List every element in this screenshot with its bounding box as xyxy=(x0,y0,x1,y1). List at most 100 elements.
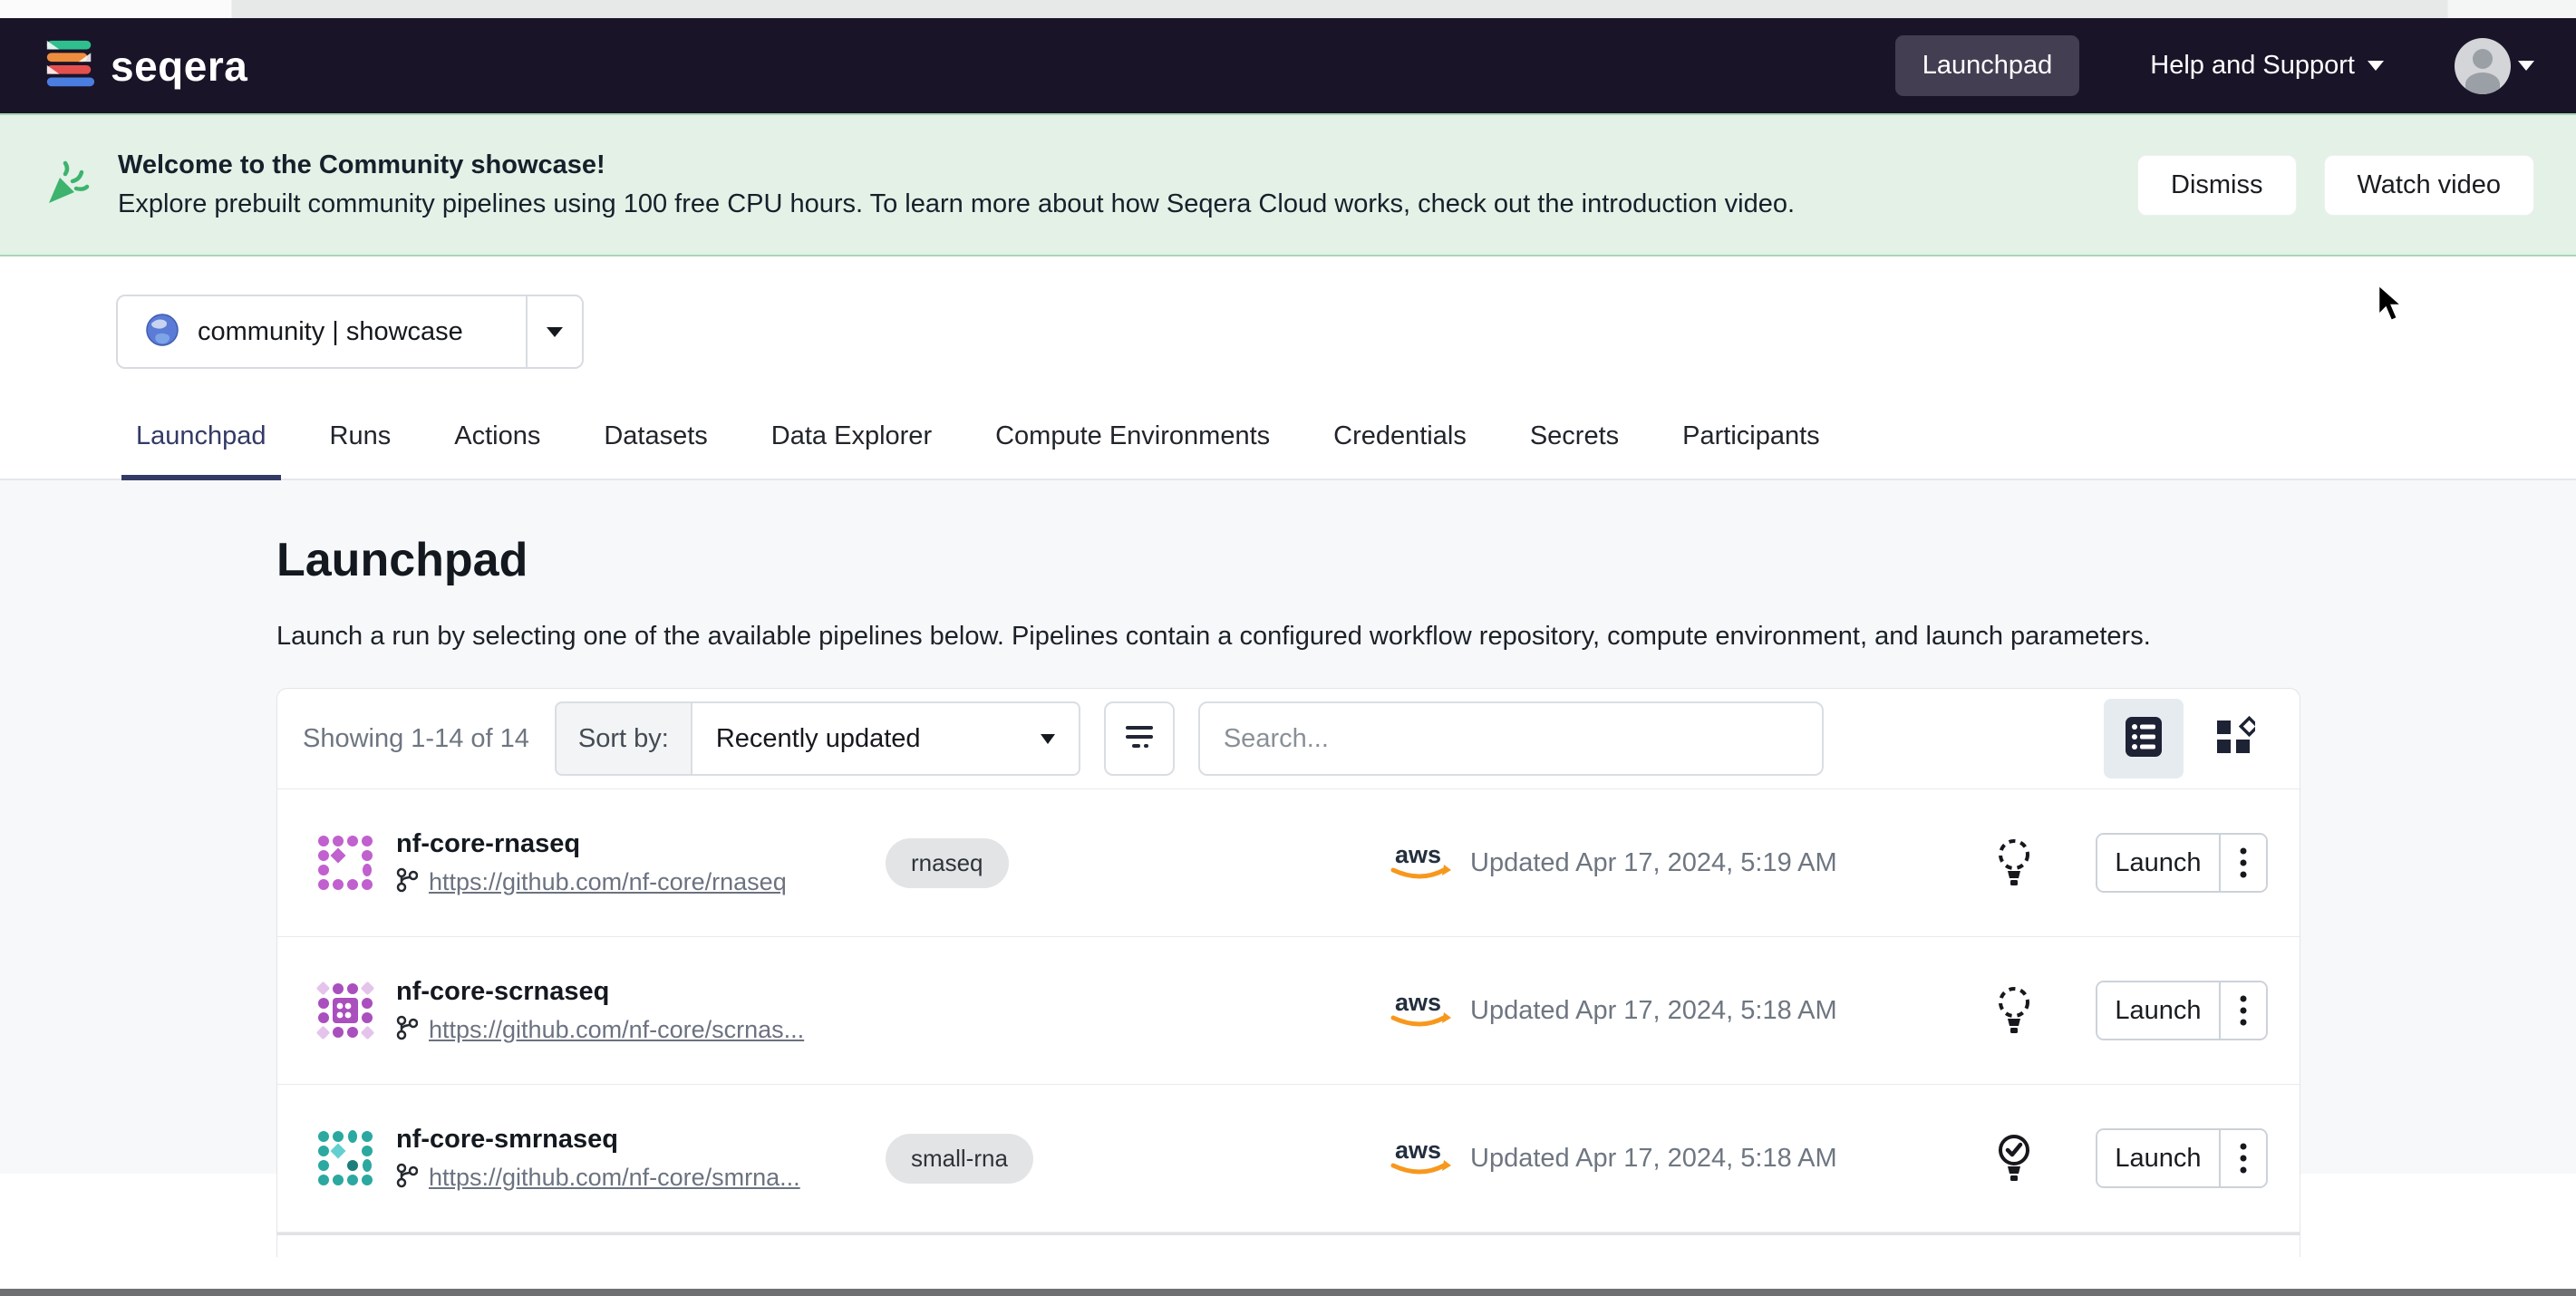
grid-view-icon xyxy=(2213,715,2255,763)
pipelines-toolbar: Showing 1-14 of 14 Sort by: Recently upd… xyxy=(277,689,2300,788)
tab-runs[interactable]: Runs xyxy=(315,412,406,480)
user-avatar-menu[interactable] xyxy=(2455,38,2534,94)
sort-by-label: Sort by: xyxy=(555,701,691,776)
globe-icon xyxy=(145,313,179,352)
filter-button[interactable] xyxy=(1104,701,1175,776)
launch-split-button: Launch xyxy=(2096,981,2268,1040)
nav-launchpad-button[interactable]: Launchpad xyxy=(1895,35,2080,96)
launch-button[interactable]: Launch xyxy=(2097,1130,2219,1186)
tab-participants[interactable]: Participants xyxy=(1668,412,1835,480)
main-content: Launchpad Launch a run by selecting one … xyxy=(0,480,2576,1174)
kebab-menu-button[interactable] xyxy=(2219,982,2266,1039)
window-chrome-strip xyxy=(0,0,2576,18)
workspace-tabs: Launchpad Runs Actions Datasets Data Exp… xyxy=(0,412,2576,480)
tab-secrets[interactable]: Secrets xyxy=(1516,412,1633,480)
git-branch-icon xyxy=(396,867,418,897)
tab-launchpad[interactable]: Launchpad xyxy=(121,412,281,480)
launch-button[interactable]: Launch xyxy=(2097,835,2219,891)
party-popper-icon xyxy=(42,158,92,213)
pipeline-tag: rnaseq xyxy=(886,838,1009,888)
page-title: Launchpad xyxy=(276,533,2576,587)
pipeline-avatar xyxy=(316,1129,374,1187)
aws-icon: aws xyxy=(1384,1133,1470,1185)
pipeline-row-scrnaseq[interactable]: nf-core-scrnaseq https://github.com/nf-c… xyxy=(277,936,2300,1084)
sort-select[interactable]: Recently updated xyxy=(691,701,1080,776)
workspace-selector[interactable]: community | showcase xyxy=(116,295,584,369)
list-view-icon xyxy=(2124,715,2164,763)
chevron-down-icon xyxy=(1041,734,1055,744)
pipeline-info: nf-core-rnaseq https://github.com/nf-cor… xyxy=(396,829,886,897)
window-bottom-edge xyxy=(0,1289,2576,1296)
workspace-dropdown-toggle[interactable] xyxy=(526,296,582,367)
help-and-support-menu[interactable]: Help and Support xyxy=(2150,51,2384,81)
pipeline-name: nf-core-smrnaseq xyxy=(396,1125,886,1155)
pipeline-info: nf-core-smrnaseq https://github.com/nf-c… xyxy=(396,1125,886,1193)
pipeline-row-rnaseq[interactable]: nf-core-rnaseq https://github.com/nf-cor… xyxy=(277,788,2300,936)
launch-split-button: Launch xyxy=(2096,1128,2268,1188)
workspace-selected: community | showcase xyxy=(118,296,526,367)
lightbulb-check-icon[interactable] xyxy=(1987,1132,2041,1185)
grid-view-toggle[interactable] xyxy=(2194,699,2274,779)
pipeline-info: nf-core-scrnaseq https://github.com/nf-c… xyxy=(396,977,886,1045)
launch-split-button: Launch xyxy=(2096,833,2268,893)
navbar-right: Launchpad Help and Support xyxy=(1895,35,2534,96)
aws-icon: aws xyxy=(1384,837,1470,889)
updated-timestamp: Updated Apr 17, 2024, 5:19 AM xyxy=(1470,848,1987,878)
seqera-logo[interactable]: seqera xyxy=(42,35,247,96)
pipeline-avatar xyxy=(316,982,374,1040)
pipeline-row-partial xyxy=(277,1232,2300,1257)
workspace-section: community | showcase xyxy=(0,256,2576,412)
tab-credentials[interactable]: Credentials xyxy=(1319,412,1481,480)
page-description: Launch a run by selecting one of the ava… xyxy=(276,622,2576,652)
lightbulb-dashed-icon[interactable] xyxy=(1987,837,2041,889)
pipeline-tag: small-rna xyxy=(886,1134,1033,1184)
git-branch-icon xyxy=(396,1015,418,1045)
seqera-logo-icon xyxy=(42,35,98,96)
workspace-name: community | showcase xyxy=(198,317,463,347)
community-showcase-banner: Welcome to the Community showcase! Explo… xyxy=(0,113,2576,256)
dismiss-button[interactable]: Dismiss xyxy=(2137,155,2297,216)
help-menu-label: Help and Support xyxy=(2150,51,2355,81)
chevron-down-icon xyxy=(2368,61,2384,71)
svg-text:aws: aws xyxy=(1395,1136,1441,1164)
svg-text:aws: aws xyxy=(1395,841,1441,868)
search-input[interactable] xyxy=(1198,701,1824,776)
banner-actions: Dismiss Watch video xyxy=(2137,155,2534,216)
top-navbar: seqera Launchpad Help and Support xyxy=(0,18,2576,113)
pipeline-avatar xyxy=(316,834,374,892)
lightbulb-dashed-icon[interactable] xyxy=(1987,984,2041,1037)
avatar xyxy=(2455,38,2511,94)
view-toggles xyxy=(2104,699,2274,779)
pipeline-repo-link[interactable]: https://github.com/nf-core/smrna... xyxy=(429,1164,800,1192)
updated-timestamp: Updated Apr 17, 2024, 5:18 AM xyxy=(1470,1144,1987,1174)
pipeline-row-smrnaseq[interactable]: nf-core-smrnaseq https://github.com/nf-c… xyxy=(277,1084,2300,1232)
pipeline-name: nf-core-rnaseq xyxy=(396,829,886,859)
tab-datasets[interactable]: Datasets xyxy=(589,412,721,480)
launch-button[interactable]: Launch xyxy=(2097,982,2219,1039)
banner-message: Explore prebuilt community pipelines usi… xyxy=(118,185,1795,225)
sort-value: Recently updated xyxy=(716,724,921,754)
brand-wordmark: seqera xyxy=(111,42,247,91)
pipeline-repo-link[interactable]: https://github.com/nf-core/scrnas... xyxy=(429,1016,804,1044)
banner-text: Welcome to the Community showcase! Explo… xyxy=(118,146,1795,225)
pipeline-name: nf-core-scrnaseq xyxy=(396,977,886,1007)
updated-timestamp: Updated Apr 17, 2024, 5:18 AM xyxy=(1470,996,1987,1026)
chevron-down-icon xyxy=(2518,61,2534,71)
banner-title: Welcome to the Community showcase! xyxy=(118,146,1795,186)
kebab-menu-button[interactable] xyxy=(2219,1130,2266,1186)
list-view-toggle[interactable] xyxy=(2104,699,2184,779)
chevron-down-icon xyxy=(547,327,563,337)
pipeline-repo-link[interactable]: https://github.com/nf-core/rnaseq xyxy=(429,868,787,896)
filter-lines-icon xyxy=(1123,723,1156,755)
tab-data-explorer[interactable]: Data Explorer xyxy=(757,412,946,480)
sort-control: Sort by: Recently updated xyxy=(555,701,1080,776)
showing-count: Showing 1-14 of 14 xyxy=(303,724,529,754)
svg-text:aws: aws xyxy=(1395,989,1441,1016)
tab-actions[interactable]: Actions xyxy=(440,412,555,480)
aws-icon: aws xyxy=(1384,985,1470,1037)
watch-video-button[interactable]: Watch video xyxy=(2324,155,2535,216)
pipelines-card: Showing 1-14 of 14 Sort by: Recently upd… xyxy=(276,688,2300,1257)
tab-compute-environments[interactable]: Compute Environments xyxy=(981,412,1284,480)
git-branch-icon xyxy=(396,1163,418,1193)
kebab-menu-button[interactable] xyxy=(2219,835,2266,891)
